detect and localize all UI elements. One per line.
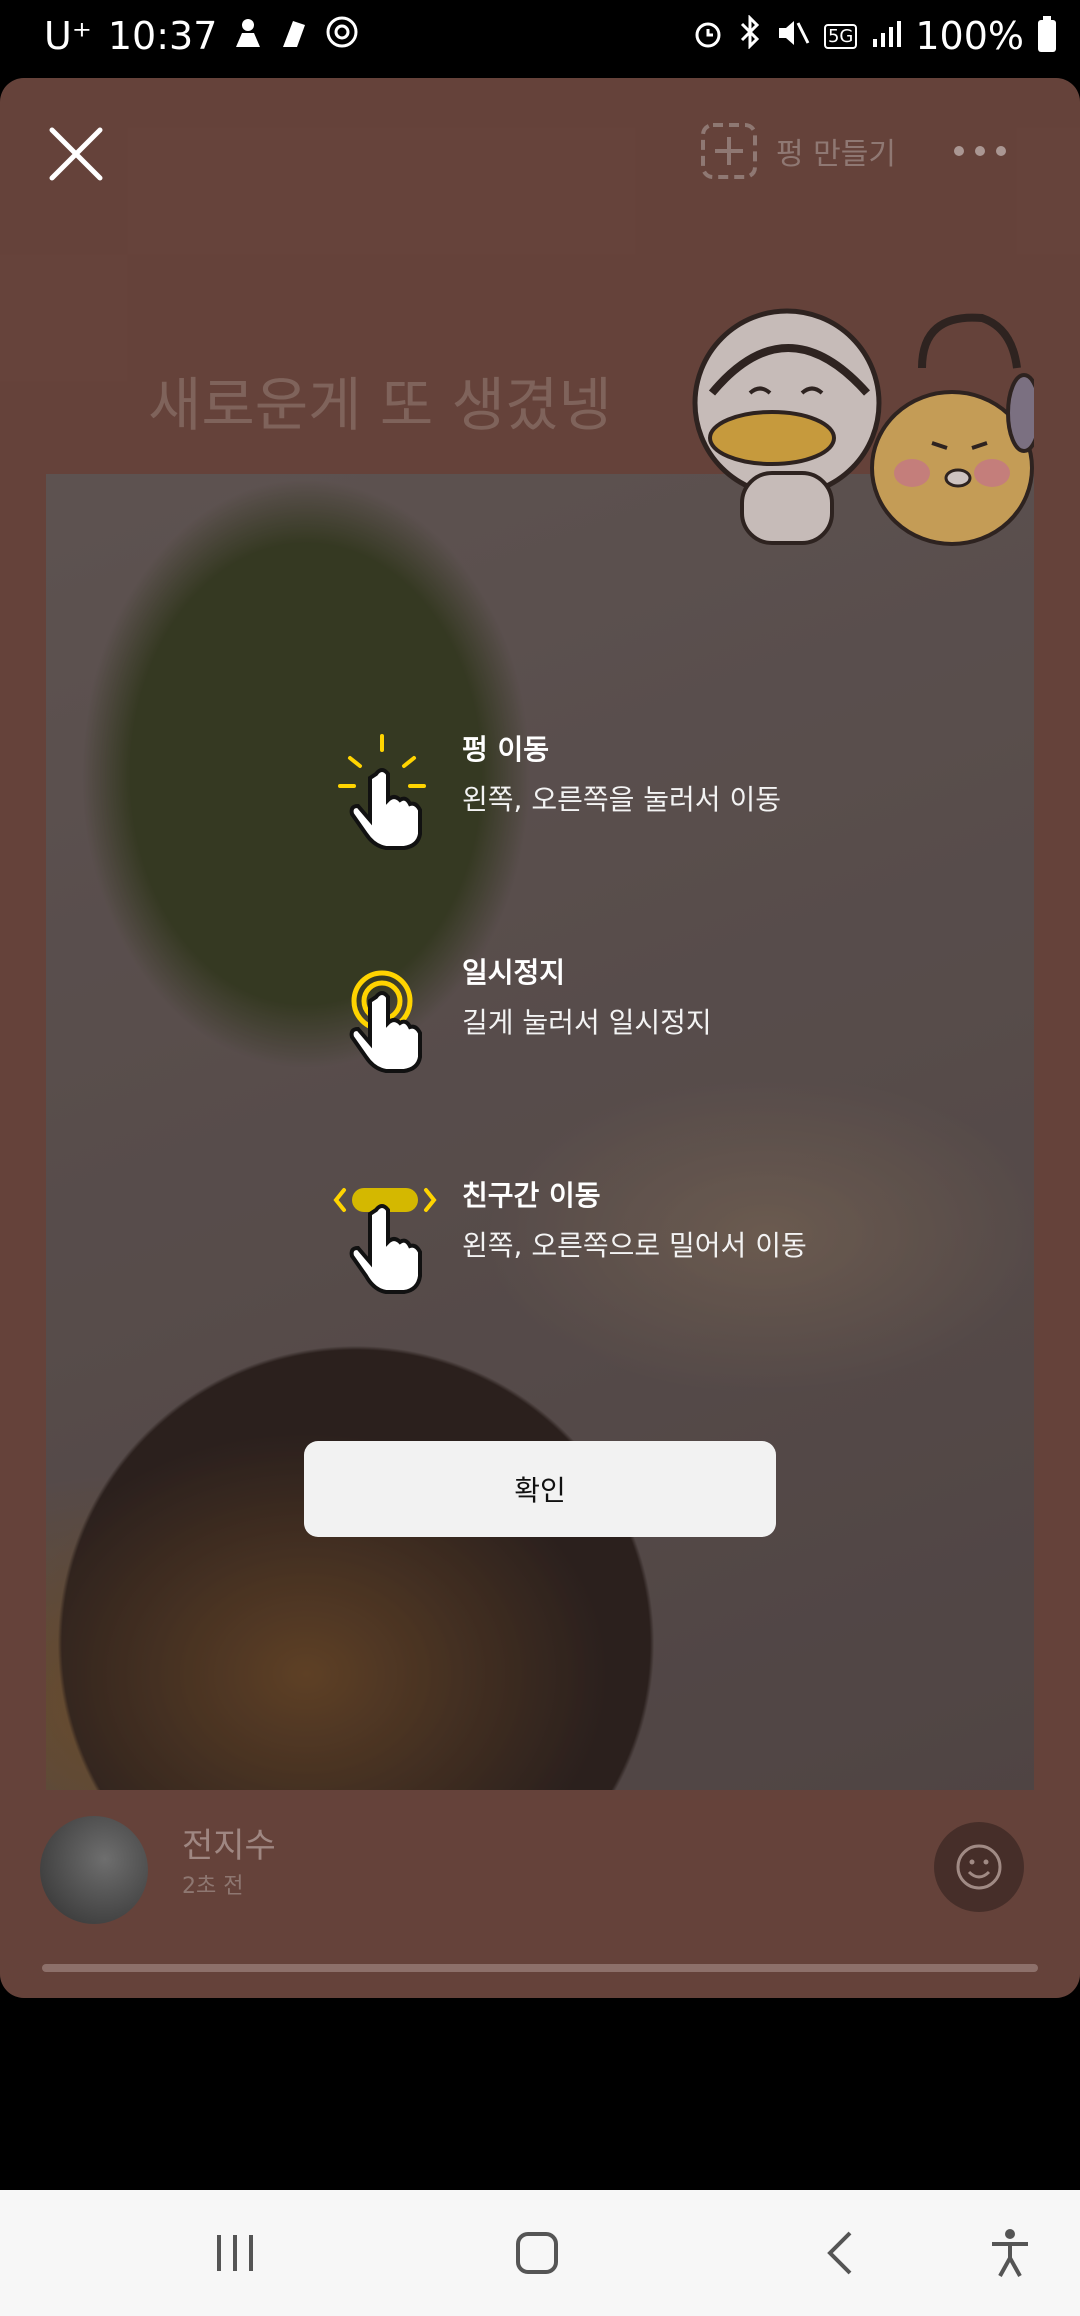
guide-text-move: 펑 이동 왼쪽, 오른쪽을 눌러서 이동 bbox=[462, 730, 781, 820]
accessibility-button[interactable] bbox=[950, 2190, 1070, 2316]
home-icon bbox=[516, 2232, 558, 2274]
status-bar: U⁺ 10:37 5G 100% bbox=[0, 0, 1080, 78]
author-time: 2초 전 bbox=[182, 1874, 244, 1899]
more-horizontal-icon[interactable] bbox=[952, 144, 1008, 158]
back-icon bbox=[827, 2231, 852, 2275]
battery-icon bbox=[1038, 16, 1056, 52]
mute-icon bbox=[776, 14, 810, 58]
guide-title: 일시정지 bbox=[462, 956, 566, 989]
settings-notification-icon bbox=[325, 14, 359, 58]
swipe-icon bbox=[333, 1188, 437, 1294]
guide-item-swipe: 친구간 이동 왼쪽, 오른쪽으로 밀어서 이동 bbox=[0, 1176, 1080, 1306]
back-button[interactable] bbox=[780, 2190, 900, 2316]
story-card[interactable]: 새로운게 또 생겼넹 펑 만들기 펑 이동 왼쪽, 오른쪽을 눌러서 이동 일시… bbox=[0, 78, 1080, 1998]
close-icon[interactable] bbox=[46, 124, 106, 184]
make-story-label: 펑 만들기 bbox=[776, 137, 896, 172]
guide-title: 친구간 이동 bbox=[462, 1179, 601, 1212]
recent-apps-button[interactable] bbox=[175, 2190, 295, 2316]
smile-icon bbox=[956, 1844, 1002, 1890]
plus-square-icon bbox=[701, 123, 757, 179]
story-progress-bar bbox=[42, 1964, 1038, 1972]
system-nav-bar bbox=[0, 2190, 1080, 2316]
guide-desc: 왼쪽, 오른쪽을 눌러서 이동 bbox=[462, 783, 781, 816]
guide-text-pause: 일시정지 길게 눌러서 일시정지 bbox=[462, 953, 712, 1043]
app-notification-icon bbox=[279, 14, 309, 58]
alarm-icon bbox=[692, 14, 724, 58]
press-hold-icon bbox=[349, 970, 422, 1073]
guide-text-swipe: 친구간 이동 왼쪽, 오른쪽으로 밀어서 이동 bbox=[462, 1176, 807, 1266]
accessibility-icon bbox=[992, 2229, 1028, 2277]
signal-icon bbox=[871, 14, 902, 58]
status-left: U⁺ 10:37 bbox=[44, 14, 359, 58]
guide-item-pause: 일시정지 길게 눌러서 일시정지 bbox=[0, 953, 1080, 1083]
network-5g-icon: 5G bbox=[823, 23, 858, 49]
home-button[interactable] bbox=[477, 2190, 597, 2316]
guide-desc: 길게 눌러서 일시정지 bbox=[462, 1006, 712, 1039]
make-story-button[interactable]: 펑 만들기 bbox=[700, 122, 896, 180]
author-name[interactable]: 전지수 bbox=[182, 1818, 276, 1867]
guide-title: 펑 이동 bbox=[462, 733, 550, 766]
notification-icon bbox=[233, 14, 263, 58]
tap-icon bbox=[338, 734, 426, 850]
carrier-label: U⁺ bbox=[44, 14, 92, 58]
guide-desc: 왼쪽, 오른쪽으로 밀어서 이동 bbox=[462, 1229, 807, 1262]
confirm-button[interactable]: 확인 bbox=[304, 1441, 776, 1537]
emoji-reaction-button[interactable] bbox=[934, 1822, 1024, 1912]
status-right: 5G 100% bbox=[692, 14, 1056, 58]
recent-apps-icon bbox=[217, 2235, 253, 2271]
bluetooth-icon bbox=[738, 14, 762, 58]
avatar[interactable] bbox=[40, 1816, 148, 1924]
battery-percent: 100% bbox=[915, 14, 1024, 58]
guide-item-move: 펑 이동 왼쪽, 오른쪽을 눌러서 이동 bbox=[0, 730, 1080, 860]
clock: 10:37 bbox=[107, 14, 218, 58]
